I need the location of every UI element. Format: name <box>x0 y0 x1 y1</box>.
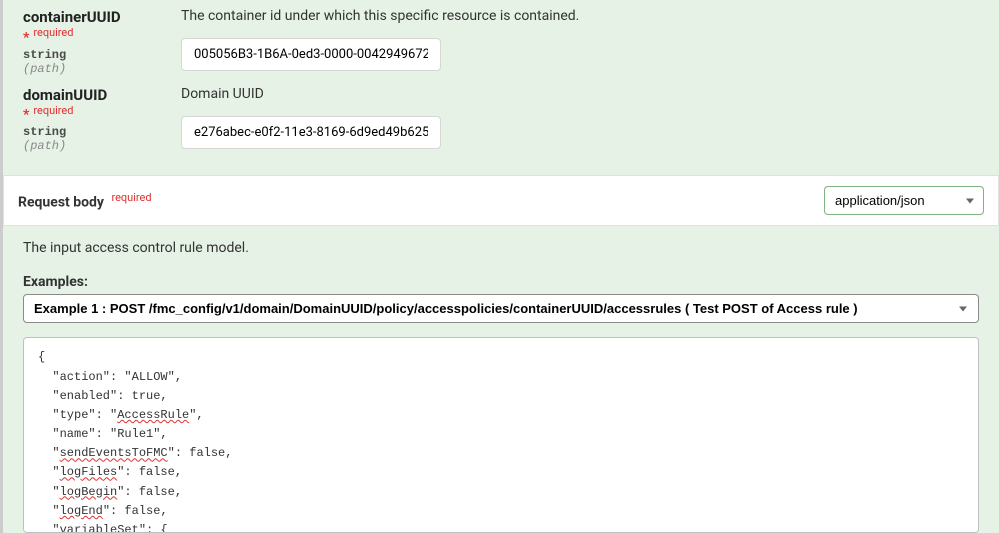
param-domainUUID: domainUUID * required string (path) Domai… <box>23 86 979 154</box>
param-name: domainUUID <box>23 86 107 104</box>
request-body-description: The input access control rule model. <box>23 240 979 256</box>
param-body: The container id under which this specif… <box>181 8 979 76</box>
required-label: required <box>111 191 151 204</box>
path-params: containerUUID * required string (path) Th… <box>3 0 999 175</box>
param-value-input[interactable] <box>181 116 441 149</box>
request-body-label-wrap: Request body required <box>18 191 152 211</box>
param-in: (path) <box>23 62 163 76</box>
required-label: required <box>33 26 73 39</box>
param-containerUUID: containerUUID * required string (path) Th… <box>23 8 979 76</box>
param-description: The container id under which this specif… <box>181 8 979 24</box>
param-description: Domain UUID <box>181 86 979 102</box>
parameters-panel: containerUUID * required string (path) Th… <box>0 0 999 533</box>
param-value-input[interactable] <box>181 38 441 71</box>
content-type-select-wrap: application/json <box>824 186 984 215</box>
required-label: required <box>33 104 73 117</box>
examples-label: Examples: <box>23 274 979 290</box>
param-meta: domainUUID * required string (path) <box>23 86 163 154</box>
param-in: (path) <box>23 139 163 153</box>
content-type-select[interactable]: application/json <box>824 186 984 215</box>
request-body-area: The input access control rule model. Exa… <box>3 226 999 533</box>
param-type: string <box>23 125 163 139</box>
json-body-editor[interactable]: { "action": "ALLOW", "enabled": true, "t… <box>23 337 979 533</box>
param-meta: containerUUID * required string (path) <box>23 8 163 76</box>
request-body-label: Request body <box>18 195 104 211</box>
required-star: * <box>23 107 29 123</box>
example-select-wrap: Example 1 : POST /fmc_config/v1/domain/D… <box>23 294 979 323</box>
param-body: Domain UUID <box>181 86 979 154</box>
example-select[interactable]: Example 1 : POST /fmc_config/v1/domain/D… <box>23 294 979 323</box>
required-star: * <box>23 30 29 46</box>
param-type: string <box>23 48 163 62</box>
param-name: containerUUID <box>23 8 121 26</box>
request-body-header: Request body required application/json <box>3 175 999 226</box>
